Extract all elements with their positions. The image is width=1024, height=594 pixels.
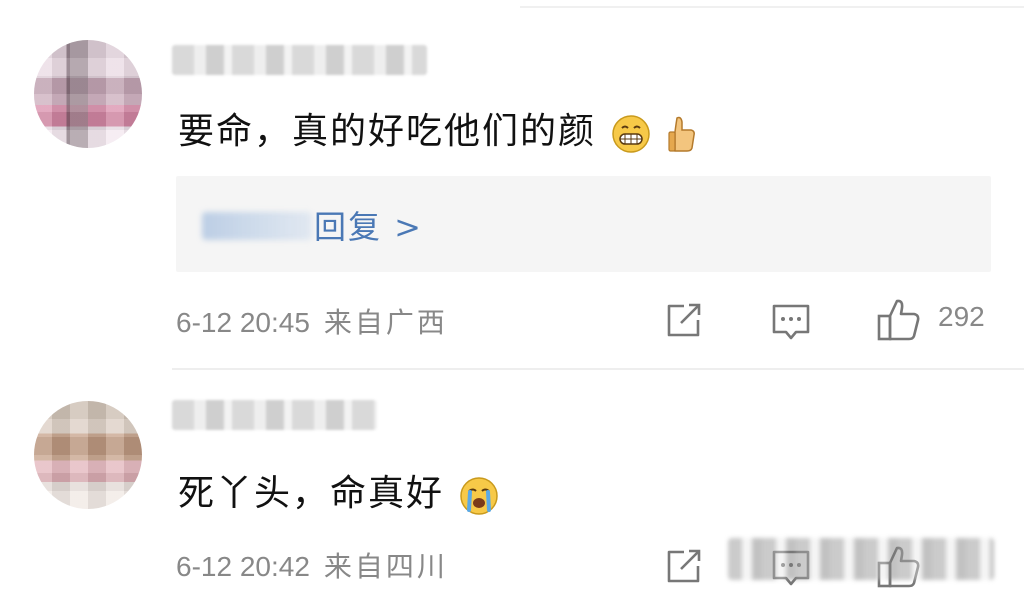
like-icon[interactable]: [876, 297, 922, 343]
share-icon[interactable]: [664, 302, 704, 340]
replies-preview[interactable]: 回复 >: [176, 176, 991, 272]
location: 来自广西: [323, 306, 448, 339]
comment-item: 要命，真的好吃他们的颜 回复 > 6-12 20:45 来自广西 292: [0, 0, 1024, 370]
comment-text: 要命，真的好吃他们的颜: [178, 102, 697, 154]
username-redacted[interactable]: [172, 400, 377, 430]
timestamp: 6-12 20:42: [176, 551, 310, 582]
timestamp: 6-12 20:45: [176, 307, 310, 338]
actions-redacted-overlay: [728, 538, 994, 580]
comment-feed: 要命，真的好吃他们的颜 回复 > 6-12 20:45 来自广西 292 死丫头…: [0, 0, 1024, 594]
comment-body: 死丫头，命真好: [178, 473, 445, 514]
view-replies-link[interactable]: 回复 >: [204, 202, 423, 248]
comment-body: 要命，真的好吃他们的颜: [178, 111, 597, 152]
comment-meta: 6-12 20:42 来自四川: [176, 545, 448, 585]
avatar[interactable]: [34, 401, 142, 509]
grinning-face-emoji: [612, 115, 651, 153]
like-count: 292: [938, 301, 985, 332]
comment-text: 死丫头，命真好: [178, 464, 499, 516]
comment-icon[interactable]: [770, 302, 812, 342]
crying-face-emoji: [460, 477, 499, 515]
share-icon[interactable]: [664, 548, 704, 586]
comment-meta: 6-12 20:45 来自广西: [176, 301, 448, 341]
username-redacted[interactable]: [172, 45, 427, 75]
avatar[interactable]: [34, 40, 142, 148]
replies-label: 回复 >: [314, 208, 423, 246]
avatar-pixelation: [34, 40, 142, 148]
thumbs-up-emoji: [668, 116, 695, 152]
avatar-pixelation: [34, 401, 142, 509]
comment-item: 死丫头，命真好 6-12 20:42 来自四川: [0, 370, 1024, 594]
location: 来自四川: [323, 550, 448, 583]
